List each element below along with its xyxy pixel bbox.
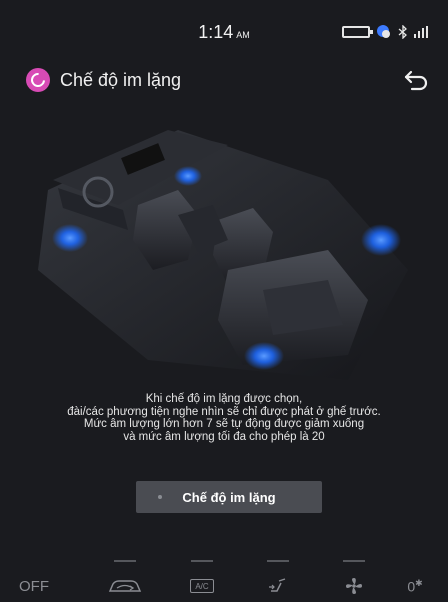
signal-icon: [414, 26, 428, 38]
quiet-mode-description: Khi chế độ im lặng được chọn, đài/các ph…: [0, 393, 448, 443]
quiet-mode-app-icon: [26, 68, 50, 92]
page-title: Chế độ im lặng: [60, 70, 182, 90]
car-interior-illustration: [38, 130, 408, 380]
description-line: Mức âm lượng lớn hơn 7 sẽ tự động được g…: [83, 418, 365, 430]
airflow-mode-indicator: [267, 560, 289, 562]
bluetooth-icon: [398, 25, 407, 39]
header: Chế độ im lặng: [0, 66, 448, 98]
ac-indicator: [191, 560, 213, 562]
toggle-indicator-dot: [158, 495, 162, 499]
fan-speed-level: 0✱: [398, 556, 432, 602]
car-recirculation-icon: [108, 580, 142, 592]
quiet-mode-toggle-label: Chế độ im lặng: [182, 489, 276, 505]
recirculation-indicator: [114, 560, 136, 562]
climate-control-bar: OFF A/C 0✱: [0, 556, 448, 602]
description-line: và mức âm lượng tối đa cho phép là 20: [123, 430, 325, 443]
seat-airflow-icon: [269, 578, 286, 592]
status-bar: 1:14 AM: [0, 0, 448, 46]
ac-button[interactable]: A/C: [182, 556, 222, 602]
fan-button[interactable]: [334, 556, 374, 602]
ac-label: A/C: [190, 579, 214, 593]
climate-off-label: OFF: [19, 577, 49, 595]
assistant-icon: [377, 25, 390, 38]
climate-off-button[interactable]: OFF: [14, 556, 54, 602]
quiet-mode-toggle-button[interactable]: Chế độ im lặng: [136, 481, 322, 513]
fan-small-icon: ✱: [415, 577, 423, 588]
airflow-mode-button[interactable]: [258, 556, 298, 602]
status-icons: [342, 24, 428, 40]
fan-speed-number: 0: [407, 578, 416, 595]
description-line: đài/các phương tiện nghe nhìn sẽ chỉ đượ…: [67, 405, 381, 418]
description-line: Khi chế độ im lặng được chọn,: [145, 393, 303, 405]
back-icon[interactable]: [402, 68, 430, 92]
fan-speed-value: 0✱: [407, 578, 422, 595]
clock-time: 1:14: [198, 22, 234, 42]
fan-icon: [346, 578, 362, 594]
fan-indicator: [343, 560, 365, 562]
battery-icon: [342, 26, 373, 38]
recirculation-button[interactable]: [100, 556, 150, 602]
clock-ampm: AM: [236, 30, 250, 40]
